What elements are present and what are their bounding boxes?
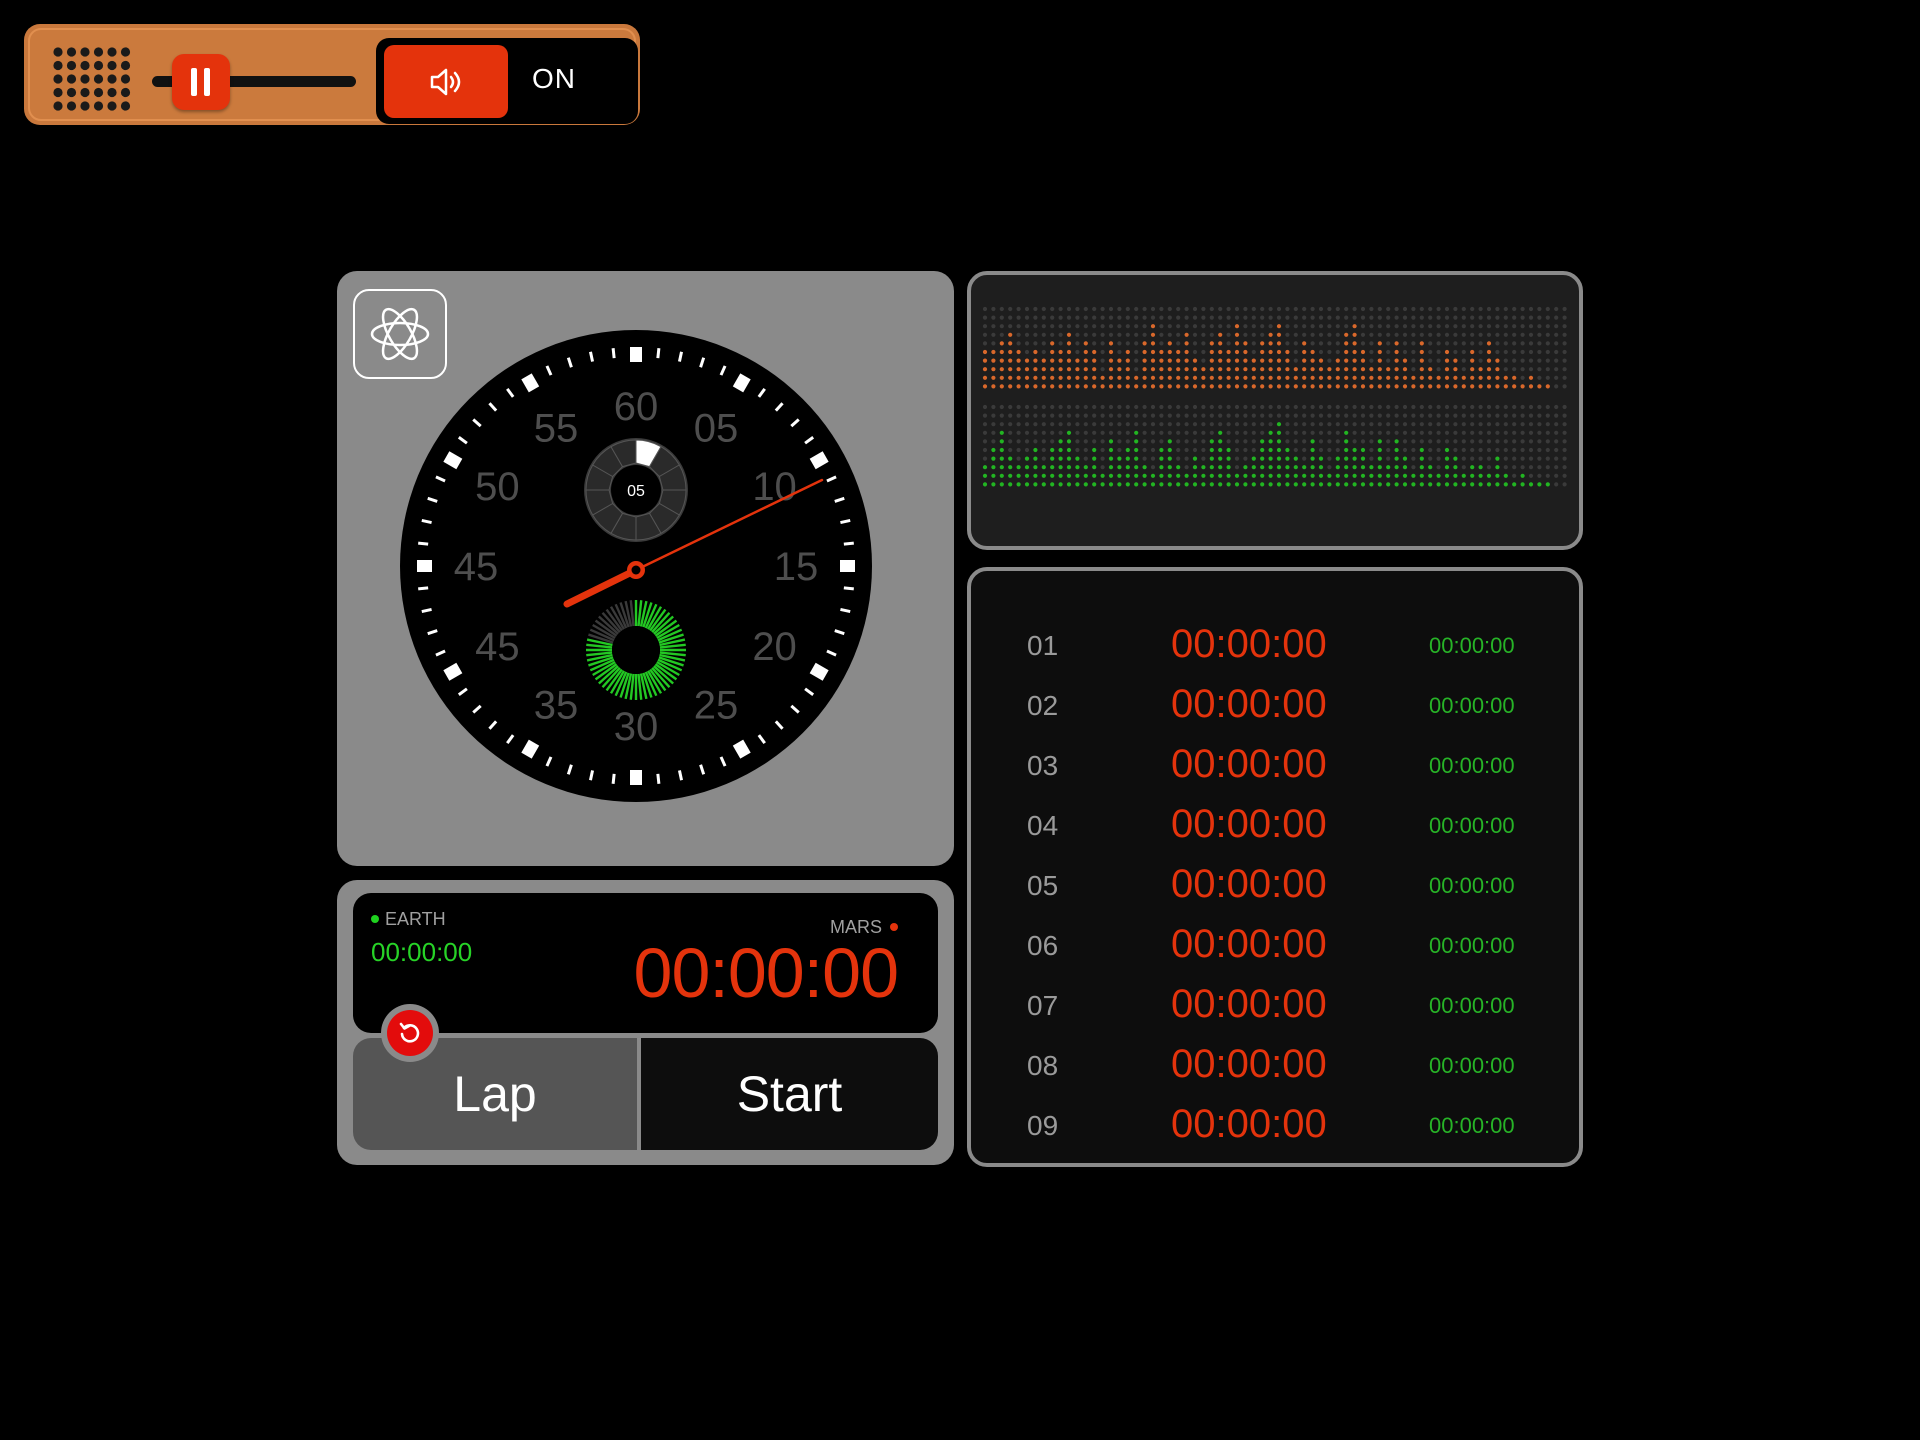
lap-time-earth: 00:00:00 <box>1429 1053 1515 1078</box>
dial-number: 60 <box>614 385 659 429</box>
lap-row: 07 00:00:00 00:00:00 <box>971 979 1579 1039</box>
lap-row: 03 00:00:00 00:00:00 <box>971 739 1579 799</box>
lap-number: 08 <box>1027 1050 1059 1081</box>
dial-number: 25 <box>694 684 739 728</box>
dial-number: 50 <box>475 465 520 509</box>
lap-time-earth: 00:00:00 <box>1429 633 1515 658</box>
lap-time-earth: 00:00:00 <box>1429 873 1515 898</box>
lap-number: 02 <box>1027 690 1059 721</box>
dial-number: 45 <box>454 545 499 589</box>
lap-time-mars: 00:00:00 <box>1171 682 1327 726</box>
earth-label: EARTH <box>371 909 446 930</box>
earth-indicator-dot <box>371 915 379 923</box>
dial-number: 30 <box>614 705 659 749</box>
lap-time-earth: 00:00:00 <box>1429 933 1515 958</box>
lap-number: 03 <box>1027 750 1059 781</box>
lap-row: 08 00:00:00 00:00:00 <box>971 1039 1579 1099</box>
sound-state-label: ON <box>532 63 576 94</box>
volume-slider-handle[interactable] <box>172 54 230 110</box>
audio-control-bar-inner: ON <box>28 28 638 124</box>
dial-number: 55 <box>534 406 579 450</box>
start-button[interactable]: Start <box>641 1038 938 1150</box>
minute-subdial: 05 <box>584 438 688 542</box>
lap-time-earth: 00:00:00 <box>1429 753 1515 778</box>
reset-icon <box>387 1010 433 1056</box>
lap-time-mars: 00:00:00 <box>1171 1042 1327 1086</box>
lap-time-mars: 00:00:00 <box>1171 1102 1327 1146</box>
lap-list-panel: 01 00:00:00 00:00:00 02 00:00:00 00:00:00 03 00… <box>967 567 1583 1167</box>
lap-row: 01 00:00:00 00:00:00 <box>971 619 1579 679</box>
lap-time-mars: 00:00:00 <box>1171 982 1327 1026</box>
dial-number: 15 <box>774 545 819 589</box>
lap-row: 06 00:00:00 00:00:00 <box>971 919 1579 979</box>
subdial-value: 05 <box>627 483 645 500</box>
reset-button[interactable] <box>381 1004 439 1062</box>
dial-number: 45 <box>475 625 520 669</box>
lap-time-mars: 00:00:00 <box>1171 802 1327 846</box>
lap-number: 09 <box>1027 1110 1059 1141</box>
audio-control-bar: ON <box>24 24 640 125</box>
volume-icon <box>430 68 461 95</box>
earth-time: 00:00:00 <box>371 937 473 967</box>
lap-row: 02 00:00:00 00:00:00 <box>971 679 1579 739</box>
sound-toggle: ON <box>376 38 638 124</box>
lap-number: 06 <box>1027 930 1059 961</box>
level-meter-display <box>982 306 1567 487</box>
lap-number: 05 <box>1027 870 1059 901</box>
sound-toggle-button[interactable] <box>384 45 508 118</box>
lap-row: 05 00:00:00 00:00:00 <box>971 859 1579 919</box>
lap-row: 09 00:00:00 00:00:00 <box>971 1099 1579 1159</box>
lap-time-earth: 00:00:00 <box>1429 993 1515 1018</box>
mars-time: 00:00:00 <box>633 934 899 1012</box>
lap-time-mars: 00:00:00 <box>1171 922 1327 966</box>
lap-time-earth: 00:00:00 <box>1429 813 1515 838</box>
lap-time-earth: 00:00:00 <box>1429 1113 1515 1138</box>
stopwatch-dial: 60 0510152025303545455055 05 <box>400 330 872 802</box>
lap-time-mars: 00:00:00 <box>1171 742 1327 786</box>
lap-number: 07 <box>1027 990 1059 1021</box>
lap-time-earth: 00:00:00 <box>1429 693 1515 718</box>
dial-number: 35 <box>534 684 579 728</box>
dial-number: 05 <box>694 406 739 450</box>
seconds-progress-subdial <box>584 598 688 702</box>
level-meter-panel <box>967 271 1583 550</box>
lap-number: 01 <box>1027 630 1059 661</box>
lap-row: 04 00:00:00 00:00:00 <box>971 799 1579 859</box>
lap-time-mars: 00:00:00 <box>1171 862 1327 906</box>
lap-number: 04 <box>1027 810 1059 841</box>
stopwatch-dial-panel: 60 05 10 15 20 25 30 35 45 45 50 55 05 <box>337 271 954 866</box>
earth-label-text: EARTH <box>385 909 446 929</box>
dial-number: 20 <box>752 625 797 669</box>
mars-indicator-dot <box>890 923 898 931</box>
speaker-grille-icon <box>53 47 131 111</box>
timer-control-panel: EARTH 00:00:00 MARS 00:00:00 Lap Start <box>337 880 954 1165</box>
lap-time-mars: 00:00:00 <box>1171 622 1327 666</box>
time-display: EARTH 00:00:00 MARS 00:00:00 <box>353 893 938 1033</box>
